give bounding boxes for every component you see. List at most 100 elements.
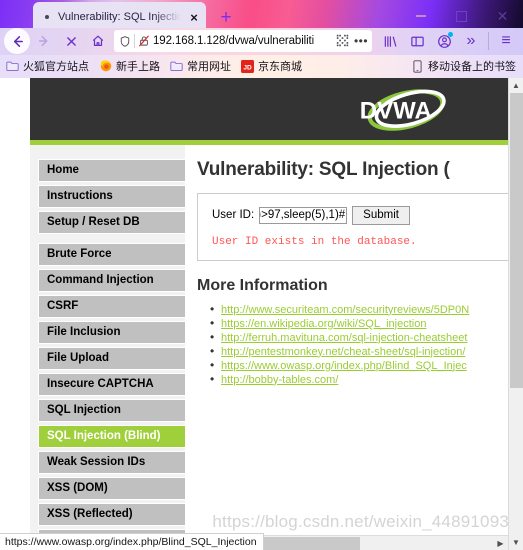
page-viewport: DVWA Home Instructions Setup / Reset DB …	[0, 77, 523, 550]
more-information-heading: More Information	[197, 276, 328, 294]
url-text: 192.168.1.128/dvwa/vulnerabiliti	[153, 35, 315, 48]
result-message: User ID exists in the database.	[212, 235, 417, 248]
sidebar-item-brute-force[interactable]: Brute Force	[38, 242, 185, 266]
tab-title: Vulnerability: SQL Injection (	[58, 11, 181, 23]
info-link[interactable]: http://pentestmonkey.net/cheat-sheet/sql…	[221, 346, 465, 358]
dot-favicon	[41, 11, 53, 23]
hamburger-menu-icon[interactable]: ≡	[493, 28, 519, 54]
list-item: http://www.securiteam.com/securityreview…	[210, 302, 523, 317]
maximize-button[interactable]	[441, 0, 482, 28]
sql-injection-form: User ID: 1))>97,sleep(5),1)# Submit User…	[197, 192, 523, 261]
shield-icon[interactable]	[119, 35, 131, 48]
close-icon[interactable]: ×	[186, 9, 202, 25]
overflow-chevron-icon[interactable]: »	[458, 28, 484, 54]
forward-button	[31, 28, 57, 54]
dvwa-logo: DVWA	[360, 88, 446, 131]
tab-strip: Vulnerability: SQL Injection ( × + ✕	[0, 0, 523, 29]
sidebar-item-xss-dom[interactable]: XSS (DOM)	[38, 476, 185, 500]
firefox-icon	[99, 60, 112, 73]
new-tab-button[interactable]: +	[215, 6, 237, 28]
sidebar-item-sql-injection[interactable]: SQL Injection	[38, 398, 185, 422]
scroll-down-icon[interactable]: ▼	[508, 535, 523, 550]
back-button[interactable]	[4, 28, 30, 55]
info-link[interactable]: http://ferruh.mavituna.com/sql-injection…	[221, 332, 467, 344]
info-link[interactable]: https://en.wikipedia.org/wiki/SQL_inject…	[221, 318, 426, 330]
bookmark-label: 火狐官方站点	[23, 61, 89, 74]
sidebar-item-file-inclusion[interactable]: File Inclusion	[38, 320, 185, 344]
sidebar-item-command-injection[interactable]: Command Injection	[38, 268, 185, 292]
vertical-scrollbar[interactable]: ▲ ▼	[508, 77, 523, 550]
list-item: http://ferruh.mavituna.com/sql-injection…	[210, 330, 523, 345]
page-actions-icon[interactable]: •••	[353, 35, 369, 47]
svg-text:JD: JD	[243, 64, 252, 71]
user-id-label: User ID:	[212, 209, 255, 222]
bookmark-item[interactable]: JD 京东商城	[241, 58, 302, 74]
list-item: http://bobby-tables.com/	[210, 372, 523, 387]
content-wrapper: Home Instructions Setup / Reset DB Brute…	[30, 144, 523, 550]
broken-lock-icon[interactable]	[138, 34, 150, 48]
folder-icon	[6, 60, 19, 73]
notification-dot	[448, 32, 453, 38]
sidebar-item-file-upload[interactable]: File Upload	[38, 346, 185, 370]
sidebar-item-insecure-captcha[interactable]: Insecure CAPTCHA	[38, 372, 185, 396]
qrcode-icon[interactable]	[336, 34, 350, 48]
address-bar[interactable]: 192.168.1.128/dvwa/vulnerabiliti •••	[114, 30, 372, 53]
svg-text:DVWA: DVWA	[360, 97, 432, 124]
mobile-bookmarks-item[interactable]: 移动设备上的书签	[411, 58, 516, 74]
scroll-right-icon[interactable]: ▶	[493, 536, 508, 550]
mobile-icon	[411, 60, 424, 73]
sidebar-item-instructions[interactable]: Instructions	[38, 184, 185, 208]
list-item: https://www.owasp.org/index.php/Blind_SQ…	[210, 358, 523, 373]
form-row: User ID: 1))>97,sleep(5),1)# Submit	[212, 205, 512, 225]
info-link[interactable]: https://www.owasp.org/index.php/Blind_SQ…	[221, 360, 467, 372]
bookmark-item[interactable]: 常用网址	[170, 58, 231, 74]
sidebar-item-sql-injection-blind[interactable]: SQL Injection (Blind)	[38, 424, 185, 448]
minimize-button[interactable]	[400, 0, 441, 28]
sidebar-icon[interactable]	[404, 28, 430, 54]
navigation-toolbar: 192.168.1.128/dvwa/vulnerabiliti ••• » ≡	[0, 28, 523, 55]
page-title: Vulnerability: SQL Injection (	[197, 158, 450, 180]
list-item: https://en.wikipedia.org/wiki/SQL_inject…	[210, 316, 523, 331]
sidebar-item-csrf[interactable]: CSRF	[38, 294, 185, 318]
scrollbar-thumb[interactable]	[509, 92, 523, 388]
account-icon[interactable]	[431, 28, 457, 54]
main-content: Vulnerability: SQL Injection ( User ID: …	[185, 144, 523, 550]
info-link[interactable]: http://www.securiteam.com/securityreview…	[221, 304, 469, 316]
status-bar-link-preview: https://www.owasp.org/index.php/Blind_SQ…	[0, 533, 264, 550]
bookmark-label: 新手上路	[116, 61, 160, 74]
sidebar-item-xss-reflected[interactable]: XSS (Reflected)	[38, 502, 185, 526]
sidebar-menu: Home Instructions Setup / Reset DB Brute…	[30, 144, 185, 550]
divider	[134, 34, 135, 49]
user-id-value: 1))>97,sleep(5),1)#	[260, 208, 346, 221]
bookmark-item[interactable]: 火狐官方站点	[6, 58, 89, 74]
sidebar-group-vulnerabilities: Brute Force Command Injection CSRF File …	[38, 242, 185, 550]
bookmark-item[interactable]: 新手上路	[99, 58, 160, 74]
scroll-up-icon[interactable]: ▲	[508, 77, 523, 93]
sidebar-item-home[interactable]: Home	[38, 158, 185, 182]
dvwa-page: DVWA Home Instructions Setup / Reset DB …	[30, 77, 523, 550]
library-icon[interactable]	[377, 28, 403, 54]
list-item: http://pentestmonkey.net/cheat-sheet/sql…	[210, 344, 523, 359]
more-information-links: http://www.securiteam.com/securityreview…	[197, 302, 523, 387]
bookmark-label: 常用网址	[187, 61, 231, 74]
toolbar-divider	[488, 32, 489, 51]
bookmarks-bar: 火狐官方站点 新手上路 常用网址 JD 京东商城 移动设备上的书签	[0, 54, 523, 78]
info-link[interactable]: http://bobby-tables.com/	[221, 374, 338, 386]
sidebar-group-main: Home Instructions Setup / Reset DB	[38, 158, 185, 234]
sidebar-item-setup-reset-db[interactable]: Setup / Reset DB	[38, 210, 185, 234]
browser-tab[interactable]: Vulnerability: SQL Injection ( ×	[33, 2, 206, 29]
dvwa-header: DVWA	[30, 77, 523, 140]
browser-window: Vulnerability: SQL Injection ( × + ✕	[0, 0, 523, 550]
sidebar-item-weak-session-ids[interactable]: Weak Session IDs	[38, 450, 185, 474]
window-close-button[interactable]: ✕	[482, 0, 523, 28]
submit-button[interactable]: Submit	[352, 205, 410, 225]
folder-icon	[170, 60, 183, 73]
stop-button[interactable]	[58, 28, 84, 54]
home-button[interactable]	[85, 28, 111, 54]
window-controls: ✕	[400, 0, 523, 28]
user-id-input[interactable]: 1))>97,sleep(5),1)#	[259, 206, 348, 224]
page-gutter	[0, 77, 30, 550]
scrollbar-track[interactable]	[508, 92, 523, 535]
jd-icon: JD	[241, 59, 254, 73]
bookmark-label: 京东商城	[258, 61, 302, 74]
